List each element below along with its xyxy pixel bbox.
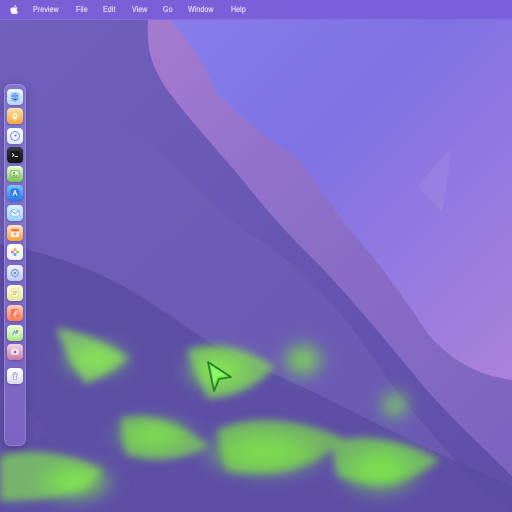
dock-item-preview[interactable]	[7, 166, 23, 182]
menu-item-help[interactable]: Help	[231, 5, 246, 14]
app-store-icon	[10, 188, 20, 198]
mail-icon	[10, 209, 20, 217]
camera-icon	[11, 348, 19, 355]
preview-icon	[10, 170, 20, 178]
cursor-icon	[207, 361, 232, 392]
notes-icon	[11, 288, 19, 298]
dock-item-notes[interactable]	[7, 285, 23, 301]
menu-bar: Preview File Edit View Go Window Help	[0, 0, 512, 20]
dock-item-trash[interactable]	[7, 368, 23, 384]
dock-item-photo-booth[interactable]	[7, 344, 23, 360]
safari-icon	[10, 131, 20, 141]
settings-icon	[10, 268, 20, 278]
dock-item-music[interactable]	[7, 305, 23, 321]
music-icon	[11, 309, 19, 317]
terminal-icon	[10, 151, 20, 159]
dock-item-app-store[interactable]	[7, 185, 23, 201]
maps-icon	[11, 329, 19, 337]
calendar-icon	[11, 229, 19, 237]
dock-item-maps[interactable]	[7, 325, 23, 341]
dock	[4, 84, 26, 446]
launchpad-icon	[10, 111, 20, 121]
menu-item-view[interactable]: View	[132, 5, 147, 14]
finder-icon	[10, 92, 20, 102]
dock-item-terminal[interactable]	[7, 147, 23, 163]
dock-item-finder[interactable]	[7, 89, 23, 105]
dock-item-launchpad[interactable]	[7, 108, 23, 124]
apple-menu-button[interactable]	[5, 0, 23, 20]
dock-item-settings[interactable]	[7, 265, 23, 281]
dock-item-mail[interactable]	[7, 205, 23, 221]
apple-logo-icon	[9, 4, 18, 15]
mouse-pointer	[206, 360, 236, 394]
photos-icon	[11, 248, 19, 256]
menu-item-file[interactable]: File	[76, 5, 88, 14]
dock-item-calendar[interactable]	[7, 225, 23, 241]
menu-item-window[interactable]: Window	[188, 5, 214, 14]
menu-item-edit[interactable]: Edit	[103, 5, 115, 14]
trash-icon	[12, 372, 18, 380]
desktop-wallpaper	[0, 0, 512, 512]
dock-item-safari[interactable]	[7, 128, 23, 144]
menu-item-go[interactable]: Go	[163, 5, 173, 14]
dock-item-photos[interactable]	[7, 244, 23, 260]
menu-item-preview[interactable]: Preview	[33, 5, 59, 14]
desktop: Preview File Edit View Go Window Help	[0, 0, 512, 512]
